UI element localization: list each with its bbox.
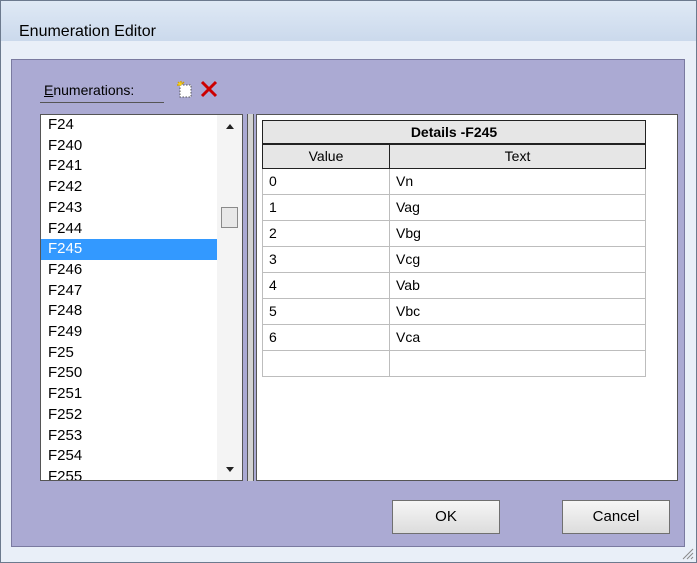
new-enumeration-button[interactable] [174,78,196,100]
list-item[interactable]: F25 [41,343,217,364]
ok-button[interactable]: OK [392,500,500,534]
list-item[interactable]: F252 [41,405,217,426]
cell-value[interactable]: 1 [262,195,390,221]
table-row[interactable]: 3 Vcg [262,247,646,273]
cell-value[interactable]: 0 [262,169,390,195]
list-item[interactable]: F254 [41,446,217,467]
list-item[interactable]: F251 [41,384,217,405]
list-item[interactable]: F247 [41,281,217,302]
details-panel: Details -F245 Value Text 0 Vn 1 Vag 2 Vb… [256,114,678,481]
scrollbar-thumb[interactable] [221,207,238,228]
cell-text[interactable]: Vbg [390,221,646,247]
list-item[interactable]: F243 [41,198,217,219]
list-item[interactable]: F240 [41,136,217,157]
list-item[interactable]: F253 [41,426,217,447]
enumerations-label: Enumerations: [44,82,134,98]
table-row-new[interactable] [262,351,646,377]
cell-text[interactable]: Vca [390,325,646,351]
red-x-icon [200,80,218,98]
window-title: Enumeration Editor [19,23,156,40]
dialog-client-area: Enumerations: F24 F240 F241 F242 F243 F2… [11,59,685,547]
list-item[interactable]: F255 [41,467,217,480]
cell-value[interactable]: 4 [262,273,390,299]
table-row[interactable]: 2 Vbg [262,221,646,247]
cell-value[interactable]: 5 [262,299,390,325]
table-row[interactable]: 1 Vag [262,195,646,221]
table-row[interactable]: 6 Vca [262,325,646,351]
column-header-text[interactable]: Text [389,144,646,169]
enumerations-label-mnemonic: E [44,82,54,98]
cell-text[interactable]: Vn [390,169,646,195]
table-row[interactable]: 4 Vab [262,273,646,299]
new-document-icon [177,81,192,98]
cell-text[interactable]: Vag [390,195,646,221]
scroll-up-button[interactable] [217,119,242,133]
cancel-button[interactable]: Cancel [562,500,670,534]
cell-text[interactable] [390,351,646,377]
details-title: Details -F245 [262,120,646,144]
title-bar[interactable]: Enumeration Editor [1,1,696,41]
enumerations-list[interactable]: F24 F240 F241 F242 F243 F244 F245 F246 F… [40,114,243,481]
table-row[interactable]: 5 Vbc [262,299,646,325]
enumerations-label-rest: numerations: [53,82,135,98]
cell-value[interactable]: 3 [262,247,390,273]
scroll-up-arrow-icon [225,123,234,129]
resize-grip-icon[interactable] [680,546,694,560]
enumeration-editor-window: Enumeration Editor Enumerations: F24 F24… [0,0,697,563]
list-item-selected[interactable]: F245 [41,239,217,260]
toolbar-underline [40,102,164,103]
list-item[interactable]: F246 [41,260,217,281]
delete-enumeration-button[interactable] [198,78,220,100]
column-header-value[interactable]: Value [262,144,390,169]
cell-value[interactable]: 2 [262,221,390,247]
list-item[interactable]: F249 [41,322,217,343]
panel-splitter[interactable] [247,114,254,481]
scroll-down-button[interactable] [217,462,242,476]
cell-value[interactable]: 6 [262,325,390,351]
table-row[interactable]: 0 Vn [262,169,646,195]
scroll-down-arrow-icon [225,466,234,472]
list-item[interactable]: F242 [41,177,217,198]
list-item[interactable]: F241 [41,156,217,177]
enumerations-scrollbar[interactable] [217,115,242,480]
cell-value[interactable] [262,351,390,377]
cell-text[interactable]: Vab [390,273,646,299]
list-item[interactable]: F250 [41,363,217,384]
cell-text[interactable]: Vcg [390,247,646,273]
enumerations-toolbar: Enumerations: [40,78,260,104]
list-item[interactable]: F24 [41,115,217,136]
list-item[interactable]: F244 [41,219,217,240]
cell-text[interactable]: Vbc [390,299,646,325]
list-item[interactable]: F248 [41,301,217,322]
